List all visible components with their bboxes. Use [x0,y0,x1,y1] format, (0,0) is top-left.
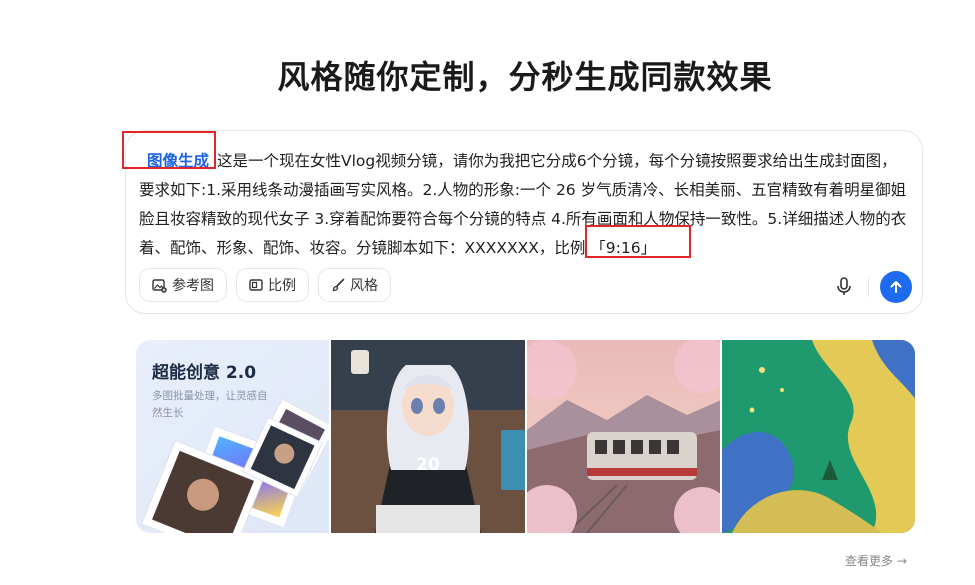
landscape-painting-image [721,340,915,533]
style-label: 风格 [350,278,378,294]
highlight-box-mode [122,131,216,169]
promo-title: 超能创意 2.0 [152,363,257,383]
prompt-input-card[interactable]: 图像生成 这是一个现在女性Vlog视频分镜，请你为我把它分成6个分镜，每个分镜按照… [122,130,923,314]
anime-girl-image: 20 [331,340,525,533]
see-more-link[interactable]: 查看更多 → [845,552,907,569]
gallery-item-promo[interactable]: 超能创意 2.0 多图批量处理，让灵感自然生长 [136,340,330,533]
ratio-label: 比例 [268,278,296,294]
gallery-item-anime-girl[interactable]: 20 [331,340,525,533]
brush-icon [332,278,345,292]
gallery-item-landscape-painting[interactable] [721,340,915,533]
prompt-text[interactable]: 图像生成 这是一个现在女性Vlog视频分镜，请你为我把它分成6个分镜，每个分镜按照… [139,147,911,263]
highlight-box-ratio [585,225,691,258]
arrow-up-icon [890,281,902,293]
promo-subtitle: 多图批量处理，让灵感自然生长 [152,390,268,419]
reference-image-button[interactable]: 参考图 [139,268,227,302]
reference-image-label: 参考图 [172,278,214,294]
ratio-icon [249,279,263,291]
toolbar-divider [868,277,869,297]
page-headline: 风格随你定制，分秒生成同款效果 [277,58,773,96]
ratio-button[interactable]: 比例 [236,268,309,302]
microphone-icon[interactable] [833,275,855,297]
send-button[interactable] [880,271,912,303]
image-plus-icon [152,278,167,293]
sakura-train-image [526,340,720,533]
prompt-toolbar: 参考图 比例 风格 [139,268,391,302]
gallery-item-sakura-train[interactable] [526,340,720,533]
prompt-body: 这是一个现在女性Vlog视频分镜，请你为我把它分成6个分镜，每个分镜按照要求给出… [139,152,907,257]
example-gallery: 超能创意 2.0 多图批量处理，让灵感自然生长 20 [136,340,915,533]
svg-text:20: 20 [416,455,440,475]
style-button[interactable]: 风格 [318,268,391,302]
